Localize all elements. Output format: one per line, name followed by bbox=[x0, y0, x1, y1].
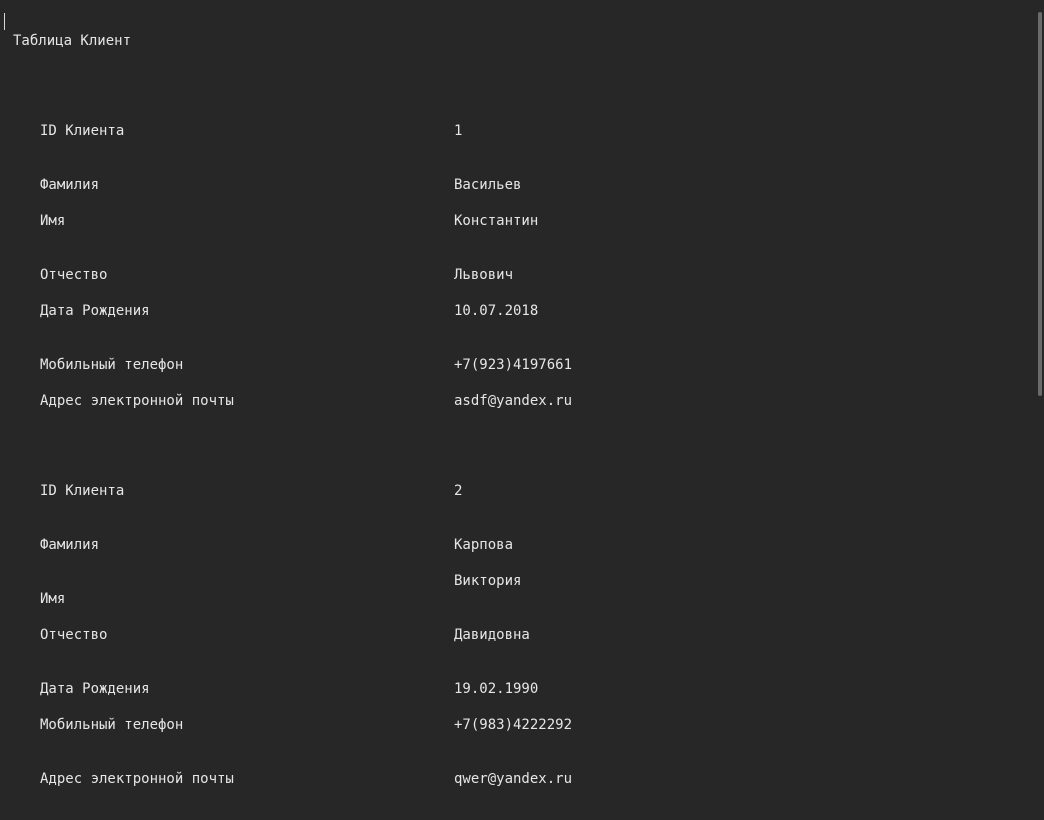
field-label-client-id: ID Клиента bbox=[40, 483, 125, 499]
field-value-last-name: Васильев bbox=[454, 177, 522, 193]
field-value-patronymic: Львович bbox=[454, 267, 514, 283]
field-label-mobile-phone: Мобильный телефон bbox=[40, 717, 184, 733]
field-value-client-id: 1 bbox=[454, 123, 463, 139]
field-value-email: qwer@yandex.ru bbox=[454, 771, 573, 787]
field-label-email: Адрес электронной почты bbox=[40, 393, 234, 409]
scrollbar-thumb[interactable] bbox=[1038, 12, 1042, 396]
text-editor-area[interactable]: Таблица Клиент ID Клиента 1 Фамилия Васи… bbox=[0, 0, 1036, 820]
field-label-patronymic: Отчество bbox=[40, 627, 108, 643]
field-value-mobile-phone: +7(923)4197661 bbox=[454, 357, 573, 373]
field-label-first-name: Имя bbox=[40, 213, 66, 229]
field-label-birth-date: Дата Рождения bbox=[40, 303, 150, 319]
field-value-mobile-phone: +7(983)4222292 bbox=[454, 717, 573, 733]
field-label-client-id: ID Клиента bbox=[40, 123, 125, 139]
field-label-patronymic: Отчество bbox=[40, 267, 108, 283]
field-label-last-name: Фамилия bbox=[40, 177, 100, 193]
field-value-last-name: Карпова bbox=[454, 537, 514, 553]
field-value-birth-date: 19.02.1990 bbox=[454, 681, 539, 697]
field-label-birth-date: Дата Рождения bbox=[40, 681, 150, 697]
field-label-email: Адрес электронной почты bbox=[40, 771, 234, 787]
vertical-scrollbar[interactable] bbox=[1036, 0, 1044, 820]
field-label-mobile-phone: Мобильный телефон bbox=[40, 357, 184, 373]
document-title: Таблица Клиент bbox=[13, 33, 132, 49]
field-value-email: asdf@yandex.ru bbox=[454, 393, 573, 409]
field-value-patronymic: Давидовна bbox=[454, 627, 530, 643]
field-label-first-name: Имя bbox=[40, 591, 66, 607]
field-value-client-id: 2 bbox=[454, 483, 463, 499]
field-value-birth-date: 10.07.2018 bbox=[454, 303, 539, 319]
field-value-first-name: Виктория bbox=[454, 573, 522, 589]
field-value-first-name: Константин bbox=[454, 213, 539, 229]
text-caret bbox=[4, 13, 5, 30]
field-label-last-name: Фамилия bbox=[40, 537, 100, 553]
